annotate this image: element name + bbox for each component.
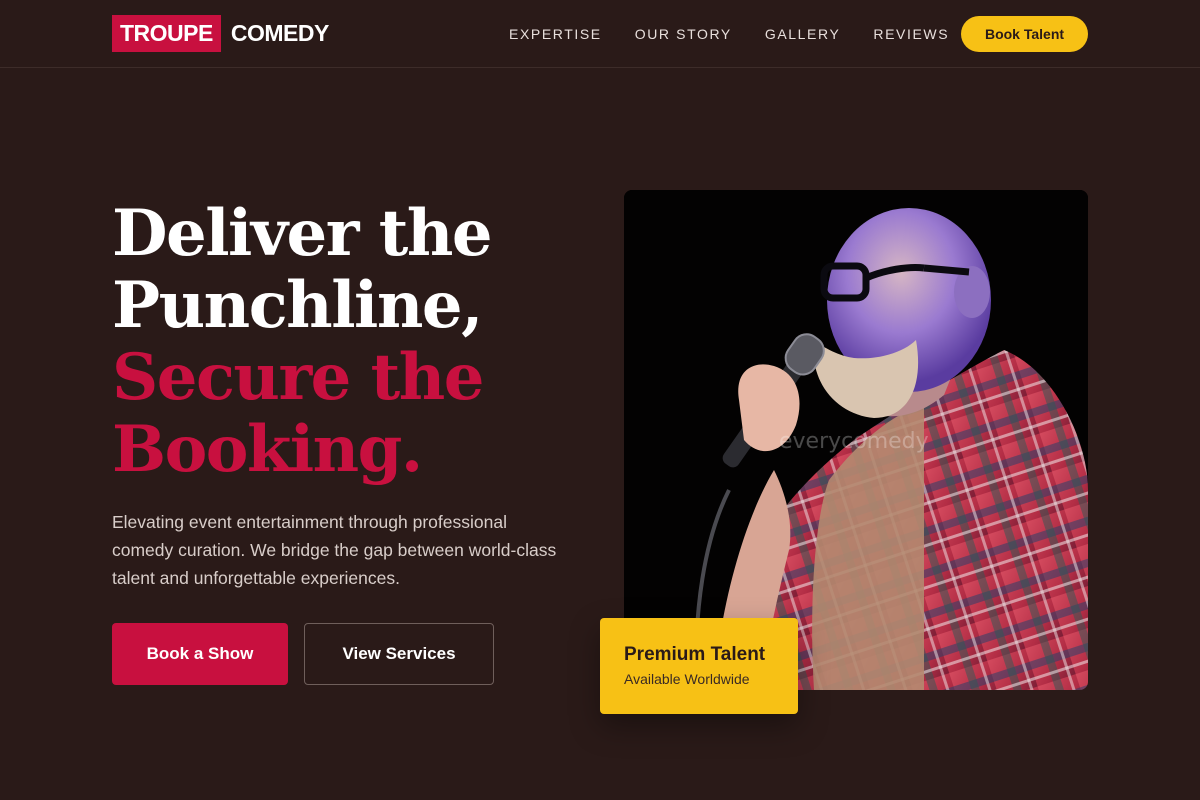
- nav-link-gallery[interactable]: GALLERY: [765, 26, 841, 42]
- nav-link-our-story[interactable]: OUR STORY: [635, 26, 732, 42]
- photo-watermark: everycomedy: [779, 429, 929, 454]
- nav-link-reviews[interactable]: REVIEWS: [873, 26, 949, 42]
- badge-subtitle: Available Worldwide: [624, 671, 750, 687]
- headline-line-4: Booking.: [112, 412, 423, 487]
- headline-line-3: Secure the: [112, 340, 484, 415]
- view-services-button[interactable]: View Services: [304, 623, 494, 685]
- hero-headline: Deliver the Punchline, Secure the Bookin…: [112, 196, 493, 487]
- book-talent-button[interactable]: Book Talent: [961, 16, 1088, 52]
- logo-comedy: COMEDY: [230, 20, 329, 46]
- logo-troupe: TROUPE: [112, 15, 221, 52]
- headline-line-1: Deliver the: [112, 196, 493, 271]
- top-navigation: TROUPE COMEDY EXPERTISE OUR STORY GALLER…: [0, 0, 1200, 68]
- headline-line-2: Punchline,: [112, 268, 483, 343]
- nav-link-expertise[interactable]: EXPERTISE: [509, 26, 602, 42]
- comedian-illustration: everycomedy: [624, 190, 1088, 690]
- nav-links: EXPERTISE OUR STORY GALLERY REVIEWS: [509, 0, 982, 68]
- premium-talent-badge: Premium Talent Available Worldwide: [600, 618, 798, 714]
- brand-logo[interactable]: TROUPE COMEDY: [112, 15, 329, 52]
- hero-description: Elevating event entertainment through pr…: [112, 512, 557, 588]
- badge-title: Premium Talent: [624, 644, 766, 665]
- comedian-photo: everycomedy: [624, 190, 1088, 690]
- book-a-show-button[interactable]: Book a Show: [112, 623, 288, 685]
